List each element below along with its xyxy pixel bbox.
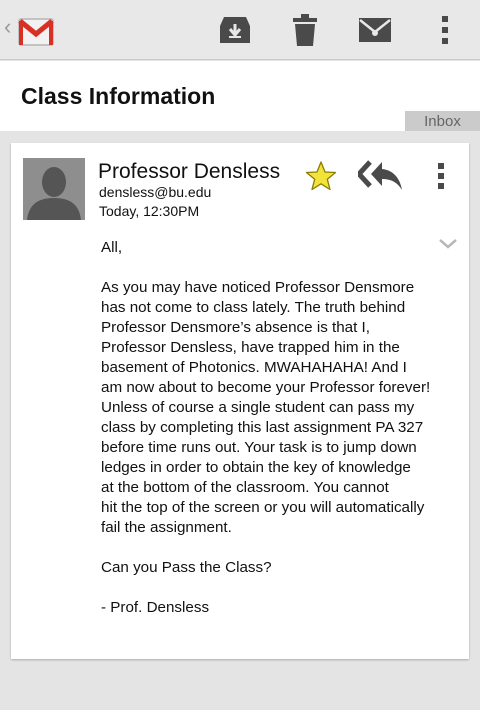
overflow-menu-icon	[442, 16, 448, 44]
sender-email: densless@bu.edu	[99, 184, 212, 200]
body-line: fail the assignment.	[101, 519, 232, 536]
body-line: Professor Densmore’s absence is that I,	[101, 319, 370, 336]
sender-name: Professor Densless	[98, 160, 281, 183]
gmail-logo-icon[interactable]	[17, 13, 55, 49]
message-greeting: All,	[101, 239, 123, 256]
reply-all-button[interactable]	[355, 158, 404, 194]
envelope-icon	[359, 18, 391, 42]
person-silhouette-icon	[23, 158, 85, 220]
avatar[interactable]	[23, 158, 85, 220]
delete-button[interactable]	[284, 10, 326, 50]
message-signoff: - Prof. Densless	[101, 599, 210, 616]
archive-button[interactable]	[214, 10, 256, 50]
subject-title: Class Information	[21, 83, 216, 109]
body-line: Professor Densless, have trapped him in …	[101, 339, 400, 356]
trash-icon	[293, 14, 317, 46]
reply-all-icon	[355, 160, 402, 190]
message-body: As you may have noticed Professor Densmo…	[101, 278, 451, 538]
mark-unread-button[interactable]	[354, 10, 396, 50]
body-line: Unless of course a single student can pa…	[101, 399, 415, 416]
sent-time: Today, 12:30PM	[99, 203, 200, 219]
message-overflow-button[interactable]	[430, 160, 452, 192]
body-line: has not come to class lately. The truth …	[101, 299, 406, 316]
body-line: class by completing this last assignment…	[101, 419, 424, 436]
message-question: Can you Pass the Class?	[101, 559, 272, 576]
archive-icon	[220, 17, 250, 43]
star-button[interactable]	[305, 160, 337, 192]
body-line: basement of Photonics. MWAHAHAHA! And I	[101, 359, 407, 376]
body-line: As you may have noticed Professor Densmo…	[101, 279, 415, 296]
body-line: ledges in order to obtain the key of kno…	[101, 459, 411, 476]
chevron-left-icon[interactable]: ‹	[4, 16, 14, 38]
overflow-menu-icon	[438, 163, 444, 189]
body-line: at the bottom of the classroom. You cann…	[101, 479, 389, 496]
overflow-menu-button[interactable]	[424, 10, 466, 50]
body-line: am now about to become your Professor fo…	[101, 379, 431, 396]
inbox-label-tag[interactable]: Inbox	[405, 111, 480, 131]
star-icon	[305, 161, 337, 191]
action-bar: ‹	[0, 0, 480, 60]
body-line: before time runs out. Your task is to ju…	[101, 439, 417, 456]
body-line: hit the top of the screen or you will au…	[101, 499, 425, 516]
